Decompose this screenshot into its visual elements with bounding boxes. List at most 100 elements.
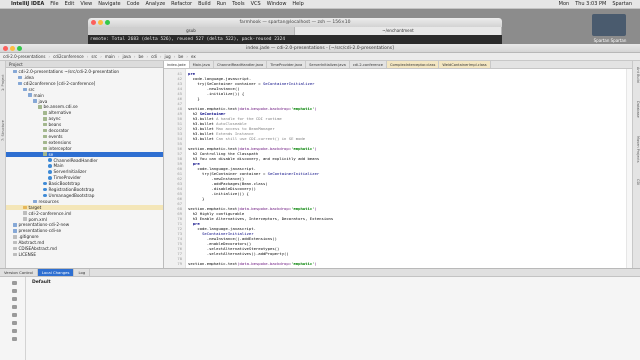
breadcrumb-item[interactable]: ex (191, 54, 196, 59)
editor-tab[interactable]: ChannelReadHandler.java (214, 61, 268, 68)
close-icon[interactable] (91, 20, 96, 25)
maximize-icon[interactable] (17, 46, 22, 51)
menu-status-area: Mon Thu 3:03 PM Spartan (559, 1, 632, 7)
bottom-tab[interactable]: Log (74, 269, 91, 276)
tree-row[interactable]: se (6, 151, 163, 158)
breadcrumb-item[interactable]: src (91, 54, 97, 59)
tree-row[interactable]: beans (6, 122, 163, 128)
menu-view[interactable]: View (80, 1, 92, 7)
tree-row[interactable]: presentations-cdi-2-new (6, 222, 163, 228)
breadcrumb-item[interactable]: be (178, 54, 183, 59)
menu-file[interactable]: File (50, 1, 58, 7)
tree-row[interactable]: src (6, 87, 163, 93)
breadcrumb-item[interactable]: be (138, 54, 143, 59)
project-panel-header[interactable]: Project (6, 61, 163, 68)
tree-row[interactable]: main (6, 93, 163, 99)
minimize-icon[interactable] (98, 20, 103, 25)
refresh-icon[interactable] (12, 281, 17, 285)
user-avatar[interactable] (592, 14, 626, 36)
tree-row[interactable]: UnmanagedBootstrap (6, 193, 163, 199)
code-editor[interactable]: index.jade Main.java ChannelReadHandler.ja… (164, 61, 632, 268)
tree-row[interactable]: LICENSE (6, 252, 163, 258)
tree-row[interactable]: extensions (6, 140, 163, 146)
expand-icon[interactable] (12, 329, 17, 333)
tree-row[interactable]: Abstract.md (6, 240, 163, 246)
status-clock[interactable]: Thu 3:03 PM (575, 1, 606, 7)
tree-row[interactable]: pom.xml (6, 217, 163, 223)
tree-row[interactable]: TimeProvider (6, 175, 163, 181)
help-icon[interactable] (12, 337, 17, 341)
editor-tab[interactable]: Main.java (190, 61, 214, 68)
breadcrumb-item[interactable]: cdi (151, 54, 157, 59)
tree-row-label: cdi2conference [cdi-2-conference] (23, 80, 96, 86)
tree-row[interactable]: target (6, 204, 163, 211)
bottom-tab[interactable]: Version Control (0, 269, 38, 276)
tree-row[interactable]: .gitignore (6, 234, 163, 240)
breadcrumb-item[interactable]: jug (165, 54, 171, 59)
diff-icon[interactable] (12, 305, 17, 309)
bottom-tab[interactable]: Local Changes (37, 269, 75, 276)
editor-tab[interactable]: cdi-2-conference (350, 61, 387, 68)
code-token: (data-bespoke-backdrop= (237, 206, 292, 211)
breadcrumb-item[interactable]: main (105, 54, 115, 59)
tree-row[interactable]: presentations-cdi-se (6, 228, 163, 234)
menu-code[interactable]: Code (127, 1, 140, 7)
tool-window-structure[interactable]: 7: Structure (1, 120, 5, 141)
rollback-icon[interactable] (12, 297, 17, 301)
editor-tab[interactable]: ComplexInterceptor.class (386, 61, 440, 68)
tree-row[interactable]: Main (6, 163, 163, 169)
editor-tab[interactable]: index.jade (164, 61, 190, 68)
tree-row[interactable]: cdi-2-conference.iml (6, 211, 163, 217)
editor-tab[interactable]: TimeProvider.java (267, 61, 307, 68)
menu-navigate[interactable]: Navigate (98, 1, 120, 7)
tree-row[interactable]: .idea (6, 75, 163, 81)
tool-window-ant-build[interactable]: Ant Build (636, 67, 640, 83)
menu-help[interactable]: Help (292, 1, 303, 7)
tree-row[interactable]: events (6, 134, 163, 140)
tree-row[interactable]: BasicBootstrap (6, 181, 163, 187)
tree-row[interactable]: cdi-2.0-presentations ~/src/cdi-2.0-pres… (6, 69, 163, 75)
tree-row[interactable]: async (6, 116, 163, 122)
editor-tab[interactable]: ServerInitializer.java (306, 61, 350, 68)
changelist-default[interactable]: Default (32, 280, 51, 285)
terminal-tab[interactable]: gsub (88, 27, 295, 35)
tree-row[interactable]: ChannelReadHandler (6, 158, 163, 164)
menu-app-name[interactable]: IntelliJ IDEA (11, 1, 44, 7)
tree-row[interactable]: CDISEAbstract.md (6, 246, 163, 252)
tool-window-maven[interactable]: Maven Projects (636, 136, 640, 163)
minimize-icon[interactable] (10, 46, 15, 51)
breadcrumb-item[interactable]: cdi-2.0-presentations (3, 54, 46, 59)
shelve-icon[interactable] (12, 313, 17, 317)
close-icon[interactable] (3, 46, 8, 51)
tree-row[interactable]: RegistrationBootstrap (6, 187, 163, 193)
settings-icon[interactable] (12, 321, 17, 325)
tree-row[interactable]: interceptor (6, 146, 163, 152)
tree-row[interactable]: decorator (6, 128, 163, 134)
tree-row[interactable]: cdi2conference [cdi-2-conference] (6, 80, 163, 87)
commit-icon[interactable] (12, 289, 17, 293)
terminal-tab-active[interactable]: ~/enchantment (295, 27, 502, 35)
menu-analyze[interactable]: Analyze (145, 1, 165, 7)
tree-row[interactable]: java (6, 99, 163, 105)
status-day[interactable]: Mon (559, 1, 570, 7)
tool-window-project[interactable]: 1: Project (1, 75, 5, 92)
tool-window-database[interactable]: Database (636, 101, 640, 118)
tree-row[interactable]: resources (6, 199, 163, 205)
menu-tools[interactable]: Tools (232, 1, 244, 7)
tree-row[interactable]: alternative (6, 110, 163, 116)
breadcrumb-item[interactable]: cdi2conference (53, 54, 84, 59)
maximize-icon[interactable] (105, 20, 110, 25)
tree-row[interactable]: be.ansem.cdi.se (6, 104, 163, 110)
tool-window-cdi[interactable]: CDI (636, 179, 640, 185)
menu-refactor[interactable]: Refactor (171, 1, 192, 7)
tree-row[interactable]: ServerInitializer (6, 169, 163, 175)
menu-run[interactable]: Run (217, 1, 227, 7)
editor-tab[interactable]: WeldContainerImpl.class (439, 61, 491, 68)
status-user[interactable]: Spartan (612, 1, 632, 7)
menu-window[interactable]: Window (267, 1, 287, 7)
code-area[interactable]: pre code.language-javascript. try(SeCont… (188, 69, 628, 268)
breadcrumb-item[interactable]: java (122, 54, 130, 59)
menu-edit[interactable]: Edit (65, 1, 75, 7)
menu-vcs[interactable]: VCS (251, 1, 261, 7)
menu-build[interactable]: Build (198, 1, 211, 7)
